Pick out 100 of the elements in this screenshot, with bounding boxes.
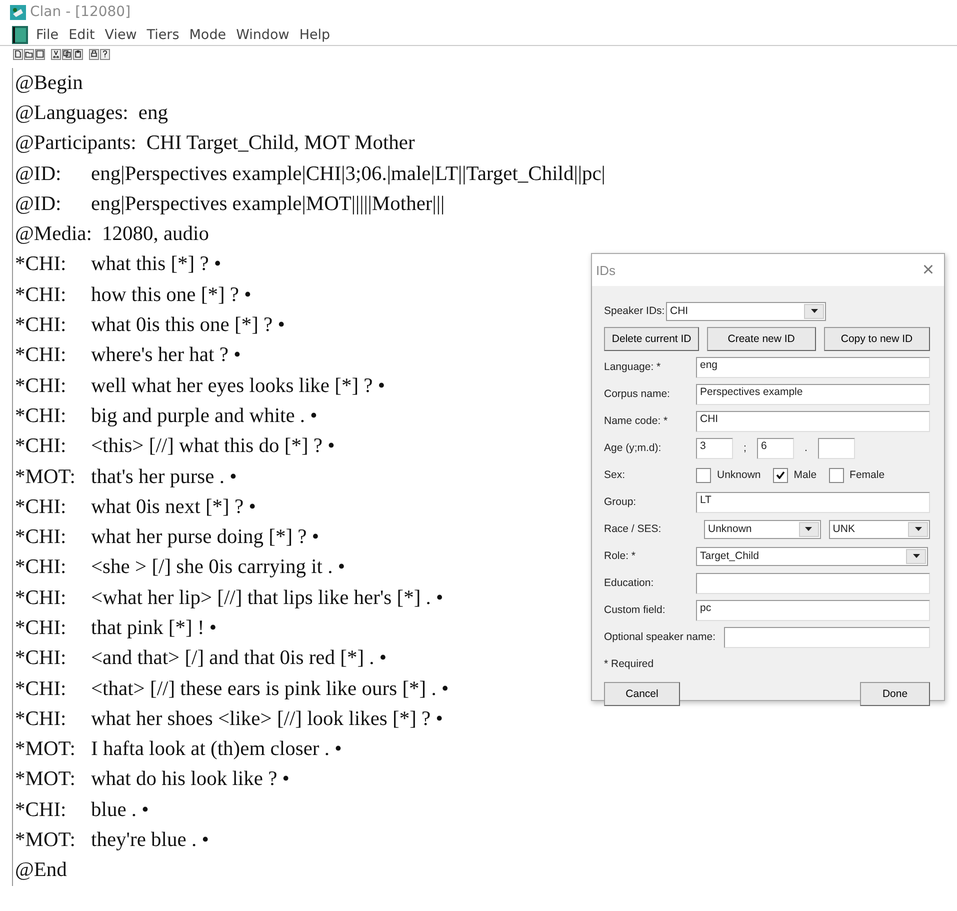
role-dropdown[interactable]: Target_Child: [696, 546, 928, 566]
caret-icon: [805, 527, 812, 531]
field-label: Name code: *: [604, 415, 669, 427]
folder-icon: [25, 50, 33, 58]
utterance-text: what do his look like ? •: [91, 768, 290, 792]
dialog-button[interactable]: Delete current ID: [604, 327, 700, 351]
utterance-text: where's her hat ? •: [91, 344, 241, 368]
input-field[interactable]: [696, 572, 930, 594]
tier-label: *CHI:: [15, 496, 68, 519]
toolbar-button[interactable]: [51, 48, 61, 60]
field-label: Language: *: [604, 361, 662, 373]
tier-label: @Participants:: [15, 132, 138, 156]
checkbox[interactable]: [696, 468, 711, 482]
required-note: * Required: [604, 658, 654, 670]
menu-item[interactable]: Help: [297, 26, 332, 42]
input-field[interactable]: CHI: [696, 410, 930, 432]
utterance-text: <she > [/] she 0is carrying it . •: [91, 556, 346, 580]
scissors-icon: [52, 50, 60, 58]
checkbox[interactable]: [772, 468, 788, 482]
input-field[interactable]: 6: [757, 438, 794, 458]
done-button[interactable]: Done: [860, 682, 930, 706]
utterance-text: what 0is this one [*] ? •: [91, 314, 285, 338]
menu-item[interactable]: Edit: [66, 26, 97, 42]
input-field[interactable]: Perspectives example: [696, 384, 930, 404]
utterance-text: blue . •: [91, 798, 149, 822]
input-field[interactable]: [724, 626, 930, 648]
printer-icon: [90, 50, 98, 58]
ses-dropdown[interactable]: UNK: [828, 520, 930, 538]
field-label: Education:: [604, 577, 655, 589]
utterance-text: <that> [//] these ears is pink like ours [*] . •: [91, 678, 449, 701]
input-field[interactable]: [818, 438, 855, 458]
tier-label: *CHI:: [15, 284, 68, 307]
tier-label: *CHI:: [15, 586, 68, 610]
utterance-text: <what her lip> [//] that lips like her's [*] . •: [91, 586, 444, 610]
dialog-button[interactable]: Create new ID: [707, 327, 816, 351]
menu-item[interactable]: Tiers: [144, 26, 182, 42]
copy-icon: [63, 50, 71, 58]
utterance-text: <and that> [/] and that 0is red [*] . •: [91, 647, 387, 670]
toolbar-button[interactable]: [100, 48, 110, 60]
tier-label: *CHI:: [15, 435, 68, 458]
utterance-text: <this> [//] what this do [*] ? •: [91, 435, 335, 458]
menu-item[interactable]: Mode: [187, 26, 228, 42]
caret-icon: [912, 554, 920, 558]
tier-label: @Begin: [15, 72, 84, 95]
utterance-text: what 0is next [*] ? •: [91, 496, 256, 519]
window-title: Clan - [12080]: [30, 4, 131, 20]
utterance-text: that pink [*] ! •: [91, 616, 217, 640]
toolbar-button[interactable]: [35, 48, 45, 60]
cancel-button[interactable]: Cancel: [604, 682, 680, 706]
toolbar-button[interactable]: [24, 48, 34, 60]
tier-label: *MOT:: [15, 829, 76, 852]
utterance-text: big and purple and white . •: [91, 404, 318, 428]
utterance-text: how this one [*] ? •: [91, 284, 252, 307]
checkbox-label: Female: [850, 469, 885, 481]
field-label: Custom field:: [604, 604, 666, 616]
field-label: Sex:: [604, 469, 626, 481]
help-icon: [101, 50, 109, 58]
separator-text: ;: [742, 442, 748, 454]
input-field[interactable]: LT: [696, 492, 930, 512]
toolbar-button[interactable]: [89, 48, 99, 60]
input-field[interactable]: pc: [696, 600, 930, 620]
toolbar-button[interactable]: [73, 48, 83, 60]
toolbar-button[interactable]: [13, 48, 23, 60]
utterance-text: what this [*] ? •: [91, 253, 222, 276]
tier-label: *CHI:: [15, 404, 68, 428]
field-label: Race / SES:: [604, 523, 662, 535]
toolbar-button[interactable]: [62, 48, 72, 60]
tier-label: @Media:: [15, 223, 93, 246]
tier-label: *CHI:: [15, 678, 68, 701]
field-label: Age (y;m.d):: [604, 442, 662, 454]
utterance-text: that's her purse . •: [91, 466, 237, 488]
field-label: Speaker IDs:: [604, 305, 666, 317]
menu-item[interactable]: File: [34, 26, 61, 42]
tier-label: *CHI:: [15, 616, 68, 640]
tier-label: @ID:: [15, 192, 62, 216]
tier-label: *CHI:: [15, 798, 68, 822]
input-field[interactable]: 3: [696, 438, 733, 458]
checkbox[interactable]: [828, 468, 844, 482]
tier-label: *CHI:: [15, 253, 68, 276]
tier-label: *CHI:: [15, 708, 68, 731]
field-label: Corpus name:: [604, 388, 671, 400]
utterance-text: eng|Perspectives example|MOT|||||Mother|||: [91, 192, 445, 216]
race-dropdown[interactable]: Unknown: [704, 520, 821, 538]
utterance-text: they're blue . •: [91, 829, 209, 852]
utterance-text: eng: [138, 102, 168, 125]
close-button[interactable]: ×: [922, 258, 934, 282]
caret-icon: [914, 527, 922, 531]
menu-item[interactable]: Window: [234, 26, 292, 42]
speaker-dropdown[interactable]: CHI: [666, 302, 826, 320]
checkbox-label: Male: [794, 469, 817, 481]
field-label: Group:: [604, 496, 638, 508]
tier-label: *CHI:: [15, 314, 68, 338]
utterance-text: CHI Target_Child, MOT Mother: [146, 132, 415, 156]
dialog-button[interactable]: Copy to new ID: [824, 327, 930, 351]
utterance-text: 12080, audio: [102, 223, 209, 246]
tier-label: @Languages:: [15, 102, 130, 125]
tier-label: @ID:: [15, 162, 62, 186]
utterance-text: what her shoes <like> [//] look likes [*] ? •: [91, 708, 443, 731]
input-field[interactable]: eng: [696, 356, 930, 378]
menu-item[interactable]: View: [102, 26, 139, 42]
